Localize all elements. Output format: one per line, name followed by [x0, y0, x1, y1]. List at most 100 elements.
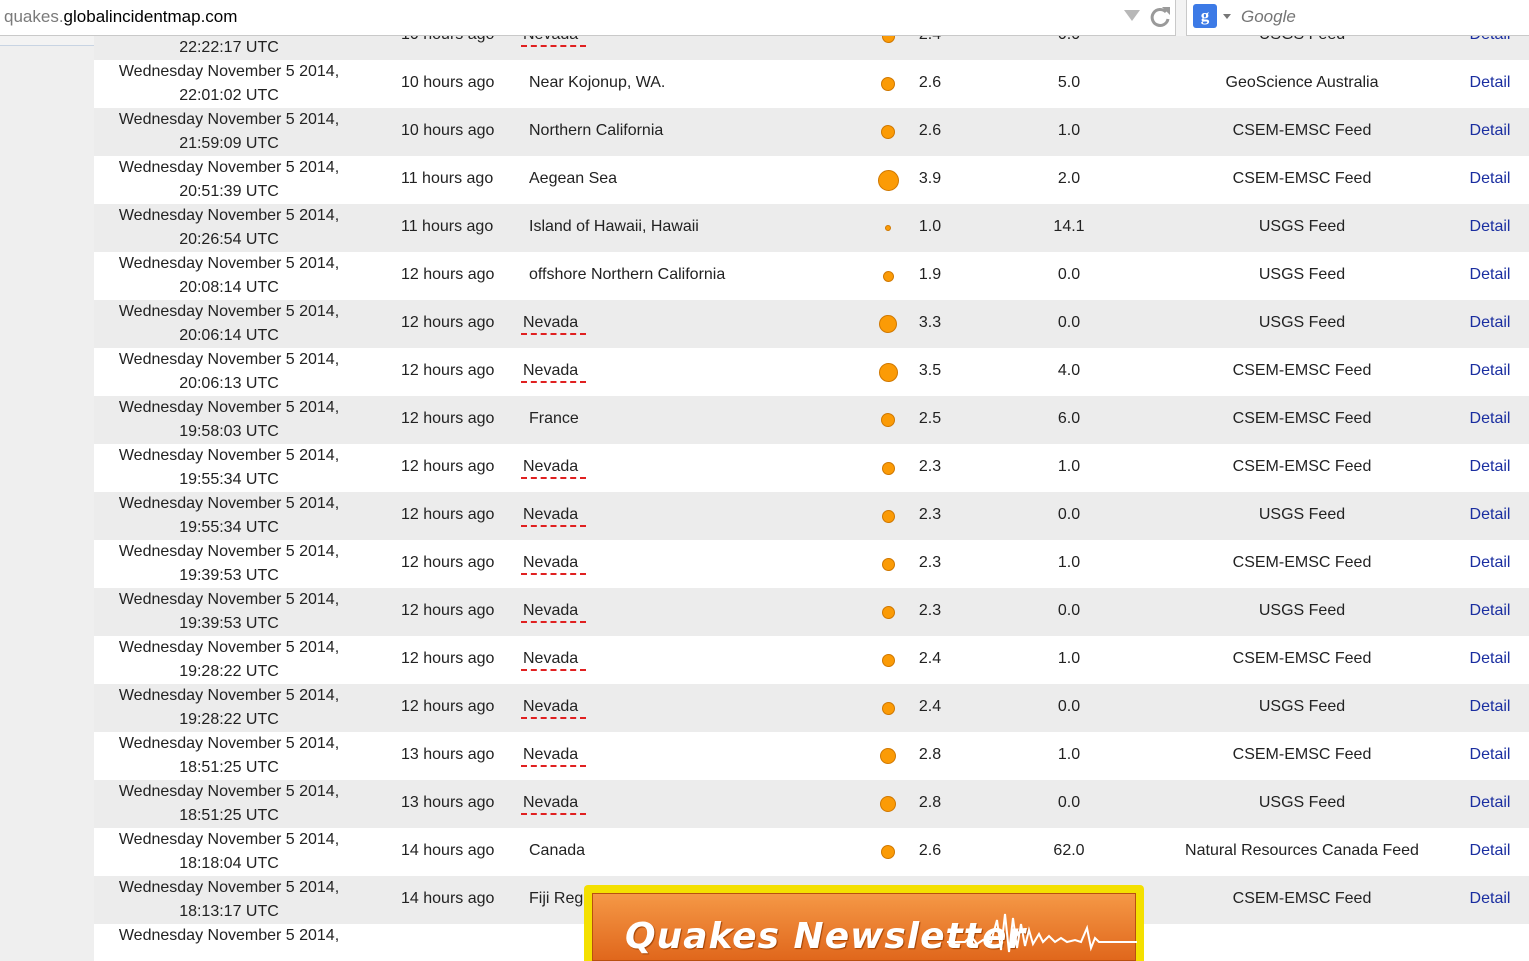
date-cell: Wednesday November 5 2014, 20:06:13 UTC [94, 348, 364, 396]
search-box[interactable]: g [1186, 0, 1529, 36]
detail-link[interactable]: Detail [1454, 890, 1526, 908]
address-bar[interactable]: quakes.globalincidentmap.com [0, 0, 1176, 36]
magnitude-marker-cell [858, 636, 918, 684]
source: CSEM-EMSC Feed [1232, 890, 1372, 907]
depth: 1.0 [1057, 746, 1081, 763]
source: USGS Feed [1258, 314, 1346, 331]
source: CSEM-EMSC Feed [1232, 122, 1372, 139]
magnitude: 2.6 [918, 122, 942, 139]
detail-link[interactable]: Detail [1454, 314, 1526, 332]
detail-link[interactable]: Detail [1454, 506, 1526, 524]
date-cell: Wednesday November 5 2014, 21:59:09 UTC [94, 108, 364, 156]
date-text: Wednesday November 5 2014, [118, 399, 340, 416]
quake-list-viewport[interactable]: Wednesday November 5 2014,22:22:17 UTC10… [94, 36, 1529, 961]
detail-link[interactable]: Detail [1454, 362, 1526, 380]
source: CSEM-EMSC Feed [1232, 410, 1372, 427]
detail-link[interactable]: Detail [1454, 410, 1526, 428]
detail-link[interactable]: Detail [1454, 36, 1526, 44]
time-text: 20:51:39 UTC [179, 183, 279, 200]
magnitude: 2.3 [918, 602, 942, 619]
location: Nevada [521, 362, 587, 383]
magnitude: 2.8 [918, 794, 942, 811]
detail-link[interactable]: Detail [1454, 74, 1526, 92]
date-text: Wednesday November 5 2014, [118, 735, 340, 752]
magnitude-marker-icon [878, 362, 898, 382]
date-text: Wednesday November 5 2014, [118, 255, 340, 272]
magnitude: 2.5 [918, 410, 942, 427]
magnitude-marker-icon [881, 125, 895, 139]
detail-link[interactable]: Detail [1454, 218, 1526, 236]
detail-link[interactable]: Detail [1454, 842, 1526, 860]
location: Nevada [521, 36, 587, 47]
detail-link[interactable]: Detail [1454, 170, 1526, 188]
detail-link[interactable]: Detail [1454, 746, 1526, 764]
url-domain: globalincidentmap.com [63, 7, 238, 26]
magnitude: 2.4 [918, 698, 942, 715]
date-text: Wednesday November 5 2014, [118, 207, 340, 224]
source: CSEM-EMSC Feed [1232, 554, 1372, 571]
location: Aegean Sea [529, 170, 618, 187]
depth: 2.0 [1057, 170, 1081, 187]
magnitude-marker-icon [881, 653, 895, 667]
engine-dropdown-icon[interactable] [1223, 14, 1231, 19]
time-text: 18:13:17 UTC [179, 903, 279, 920]
magnitude-marker-cell [858, 300, 918, 348]
time-ago: 12 hours ago [401, 458, 495, 475]
location: Nevada [521, 650, 587, 671]
magnitude-marker-icon [881, 845, 895, 859]
newsletter-banner[interactable]: Quakes Newsletter [584, 885, 1144, 961]
url-history-dropdown-icon[interactable] [1124, 10, 1140, 21]
magnitude-marker-icon [881, 701, 895, 715]
date-cell: Wednesday November 5 2014, 18:13:17 UTC [94, 876, 364, 924]
magnitude-marker-cell [858, 348, 918, 396]
magnitude: 3.3 [918, 314, 942, 331]
detail-link[interactable]: Detail [1454, 458, 1526, 476]
google-icon[interactable]: g [1193, 4, 1217, 28]
source: USGS Feed [1258, 698, 1346, 715]
table-row: Wednesday November 5 2014, 20:06:14 UTC 12… [94, 300, 1529, 348]
newsletter-button[interactable]: Quakes Newsletter [592, 893, 1137, 961]
detail-link[interactable]: Detail [1454, 794, 1526, 812]
detail-link[interactable]: Detail [1454, 122, 1526, 140]
detail-link[interactable]: Detail [1454, 266, 1526, 284]
magnitude-marker-icon [881, 77, 895, 91]
date-cell: Wednesday November 5 2014, 19:39:53 UTC [94, 540, 364, 588]
detail-link[interactable]: Detail [1454, 602, 1526, 620]
time-ago: 14 hours ago [401, 842, 495, 859]
table-row: Wednesday November 5 2014, 19:28:22 UTC 12… [94, 636, 1529, 684]
depth: 6.0 [1057, 410, 1081, 427]
magnitude-marker-cell [858, 36, 918, 60]
location: Nevada [521, 698, 587, 719]
detail-link[interactable]: Detail [1454, 554, 1526, 572]
time-ago: 12 hours ago [401, 314, 495, 331]
table-row: Wednesday November 5 2014, 18:18:04 UTC 14… [94, 828, 1529, 876]
table-row: Wednesday November 5 2014, 18:51:25 UTC 13… [94, 732, 1529, 780]
location: Canada [529, 842, 586, 859]
depth: 62.0 [1053, 842, 1085, 859]
source: CSEM-EMSC Feed [1232, 362, 1372, 379]
table-row: Wednesday November 5 2014, 20:26:54 UTC 11… [94, 204, 1529, 252]
date-cell: Wednesday November 5 2014, 19:39:53 UTC [94, 588, 364, 636]
time-text: 21:59:09 UTC [179, 135, 279, 152]
magnitude-marker-cell [858, 828, 918, 876]
date-text: Wednesday November 5 2014, [118, 783, 340, 800]
date-cell: Wednesday November 5 2014, 20:08:14 UTC [94, 252, 364, 300]
location: Fiji Reg [529, 890, 584, 907]
magnitude: 3.9 [918, 170, 942, 187]
date-cell: Wednesday November 5 2014, 18:51:25 UTC [94, 732, 364, 780]
reload-icon[interactable] [1148, 4, 1172, 30]
magnitude-marker-cell [858, 492, 918, 540]
table-row: Wednesday November 5 2014, 22:01:02 UTC 10… [94, 60, 1529, 108]
time-ago: 13 hours ago [401, 794, 495, 811]
search-input[interactable] [1241, 7, 1501, 27]
detail-link[interactable]: Detail [1454, 698, 1526, 716]
url-text[interactable]: quakes.globalincidentmap.com [4, 7, 237, 27]
magnitude-marker-icon [880, 796, 896, 812]
detail-link[interactable]: Detail [1454, 650, 1526, 668]
source: USGS Feed [1258, 218, 1346, 235]
source: USGS Feed [1258, 794, 1346, 811]
time-text: 19:58:03 UTC [179, 423, 279, 440]
location: Northern California [529, 122, 664, 139]
magnitude-marker-cell [858, 156, 918, 204]
date-cell: Wednesday November 5 2014, [94, 924, 364, 948]
